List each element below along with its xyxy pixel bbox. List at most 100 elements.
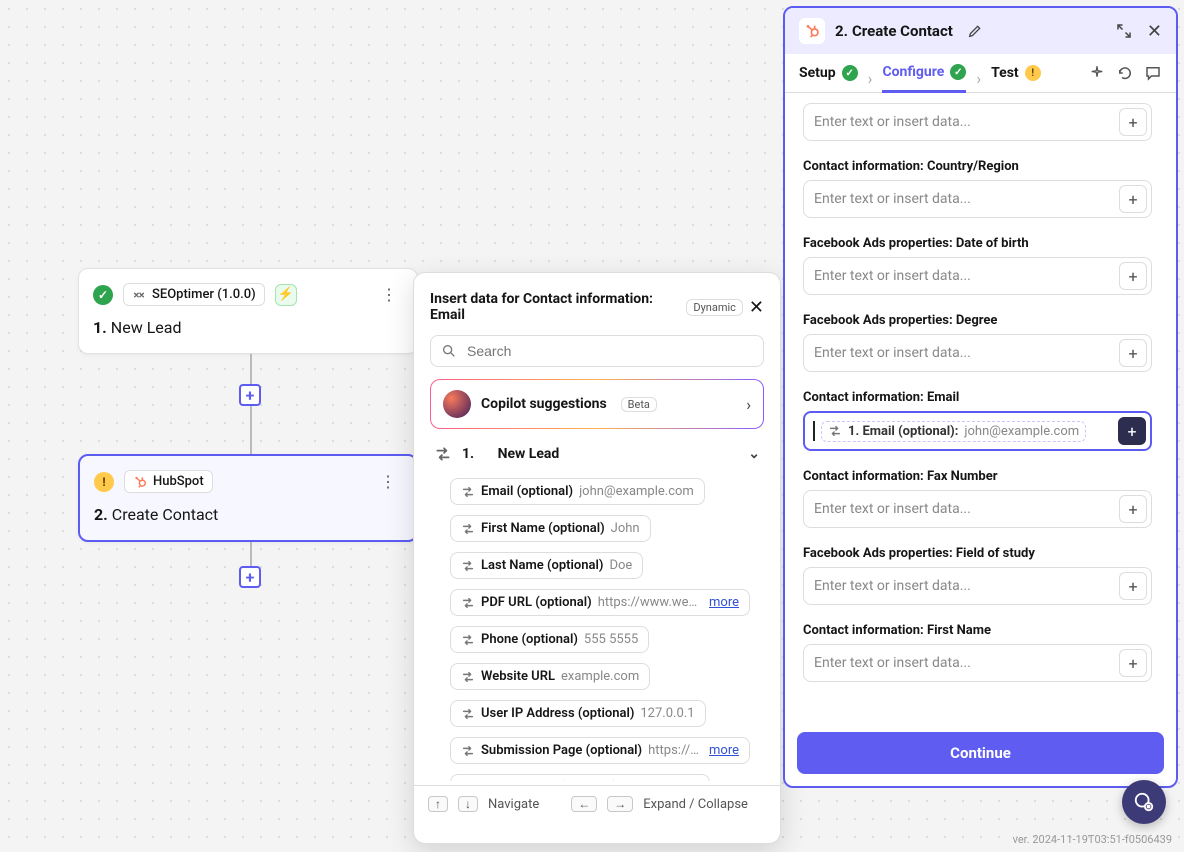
help-fab[interactable] (1122, 780, 1166, 824)
insert-data-button[interactable]: + (1119, 339, 1147, 367)
insert-data-popover: Insert data for Contact information: Ema… (413, 272, 781, 844)
status-ok-icon: ✓ (93, 285, 113, 305)
app-chip-seoptimer: SEOptimer (1.0.0) (123, 283, 265, 306)
field-value: John (611, 521, 640, 536)
field-name: Phone (optional) (481, 632, 578, 647)
input-placeholder: Enter text or insert data... (804, 106, 1115, 138)
form-scroll-area[interactable]: Enter text or insert data...+Contact inf… (785, 93, 1176, 732)
insert-data-button[interactable]: + (1119, 495, 1147, 523)
search-icon (441, 343, 457, 359)
source-step-header[interactable]: 1. New Lead ⌄ (414, 437, 780, 471)
copilot-suggestions-row[interactable]: Copilot suggestions Beta › (430, 379, 764, 429)
data-token[interactable]: 1. Email (optional): john@example.com (821, 421, 1086, 442)
step-menu-button[interactable]: ⋮ (377, 283, 403, 306)
insert-field-pill[interactable]: Last Name (optional) Doe (450, 552, 643, 579)
sparkle-icon[interactable] (1088, 64, 1106, 82)
field-label: Facebook Ads properties: Degree (803, 313, 1152, 328)
workflow-step-2[interactable]: ! HubSpot ⋮ 2. Create Contact (78, 454, 418, 542)
expand-icon[interactable] (1115, 22, 1133, 40)
chevron-right-icon: › (746, 395, 751, 414)
insert-field-pill[interactable]: PDF URL (optional)https://www.websimore (450, 589, 750, 616)
field-label: Contact information: First Name (803, 623, 1152, 638)
hubspot-icon (799, 18, 825, 44)
field-value: 555 5555 (584, 632, 638, 647)
add-step-button-2[interactable]: + (239, 566, 261, 588)
config-panel: 2.Create Contact ✕ Setup✓ › Configure✓ ›… (783, 6, 1178, 788)
step-title: 1. New Lead (93, 318, 403, 337)
insert-field-pill[interactable]: Submission Page (optional)https://wvmore (450, 737, 750, 764)
app-chip-label: HubSpot (153, 474, 204, 489)
chevron-down-icon: ⌄ (748, 446, 760, 462)
input-placeholder: Enter text or insert data... (804, 570, 1115, 602)
field-label: Facebook Ads properties: Date of birth (803, 236, 1152, 251)
tab-test[interactable]: Test! (991, 65, 1041, 91)
field-name: Email (optional) (481, 484, 573, 499)
comment-icon[interactable] (1144, 64, 1162, 82)
insert-data-button[interactable]: + (1119, 649, 1147, 677)
close-icon[interactable]: ✕ (1147, 21, 1162, 42)
close-icon[interactable]: ✕ (749, 297, 764, 318)
field-name: User IP Address (optional) (481, 706, 634, 721)
more-link[interactable]: more (709, 595, 739, 610)
step-menu-button[interactable]: ⋮ (376, 470, 402, 493)
insert-data-button[interactable]: + (1119, 262, 1147, 290)
insert-field-pill[interactable]: First Name (optional)John (450, 515, 651, 542)
insert-data-button[interactable]: + (1119, 572, 1147, 600)
workflow-step-1[interactable]: ✓ SEOptimer (1.0.0) ⚡ ⋮ 1. New Lead (78, 268, 418, 354)
add-step-button-1[interactable]: + (239, 384, 261, 406)
token-value: john@example.com (964, 424, 1079, 439)
field-list[interactable]: Email (optional)john@example.com First Na… (414, 471, 776, 781)
text-input[interactable]: Enter text or insert data...+ (803, 334, 1152, 372)
version-text: ver. 2024-11-19T03:51-f0506439 (1013, 833, 1172, 846)
insert-data-button[interactable]: + (1118, 417, 1146, 445)
transfer-icon (461, 781, 475, 782)
transfer-icon (461, 707, 475, 721)
trigger-bolt-icon: ⚡ (275, 284, 297, 306)
insert-data-button[interactable]: + (1119, 185, 1147, 213)
text-input[interactable]: 1. Email (optional): john@example.com + (803, 411, 1152, 451)
popover-title: Insert data for Contact information: Ema… (430, 291, 680, 323)
insert-field-pill[interactable]: Phone (optional) 555 5555 (450, 626, 649, 653)
search-input[interactable] (465, 342, 753, 360)
text-caret (813, 421, 815, 441)
input-placeholder: Enter text or insert data... (804, 183, 1115, 215)
more-link[interactable]: more (709, 743, 739, 758)
text-input[interactable]: Enter text or insert data...+ (803, 180, 1152, 218)
field-value: Doe (609, 558, 632, 573)
text-input[interactable]: Enter text or insert data...+ (803, 644, 1152, 682)
insert-field-pill[interactable]: User IP Address (optional) 127.0.0.1 (450, 700, 706, 727)
text-input[interactable]: Enter text or insert data...+ (803, 567, 1152, 605)
panel-tabs: Setup✓ › Configure✓ › Test! (785, 54, 1176, 93)
edit-icon[interactable] (967, 23, 983, 39)
search-input-wrapper[interactable] (430, 335, 764, 367)
insert-field-pill[interactable]: Website URLexample.com (450, 663, 650, 690)
token-label: 1. Email (optional): (848, 424, 958, 439)
input-placeholder: Enter text or insert data... (804, 260, 1115, 292)
beta-badge: Beta (621, 397, 657, 412)
keyboard-hints: ↑ ↓ Navigate ← → Expand / Collapse (414, 785, 780, 822)
transfer-icon (461, 559, 475, 573)
text-input[interactable]: Enter text or insert data...+ (803, 490, 1152, 528)
app-chip-hubspot: HubSpot (124, 470, 213, 493)
transfer-icon (461, 522, 475, 536)
insert-field-pill[interactable]: Email (optional)john@example.com (450, 478, 705, 505)
field-value: 127.0.0.1 (640, 706, 694, 721)
tab-configure[interactable]: Configure✓ (882, 64, 966, 93)
dynamic-pill: Dynamic (686, 299, 743, 316)
field-label: Contact information: Fax Number (803, 469, 1152, 484)
insert-field-pill[interactable]: Custom Field (optional)Custom Data (450, 774, 710, 781)
field-value: example.com (561, 669, 639, 684)
insert-data-button[interactable]: + (1119, 108, 1147, 136)
transfer-icon (461, 670, 475, 684)
continue-button[interactable]: Continue (797, 732, 1164, 774)
text-input[interactable]: Enter text or insert data...+ (803, 257, 1152, 295)
undo-icon[interactable] (1116, 64, 1134, 82)
field-label: Contact information: Email (803, 390, 1152, 405)
field-name: Last Name (optional) (481, 558, 603, 573)
tab-setup[interactable]: Setup✓ (799, 65, 858, 91)
panel-title: 2.Create Contact (835, 22, 953, 40)
text-input[interactable]: Enter text or insert data...+ (803, 103, 1152, 141)
field-name: PDF URL (optional) (481, 595, 592, 610)
status-warning-icon: ! (94, 472, 114, 492)
status-ok-icon: ✓ (950, 64, 966, 80)
